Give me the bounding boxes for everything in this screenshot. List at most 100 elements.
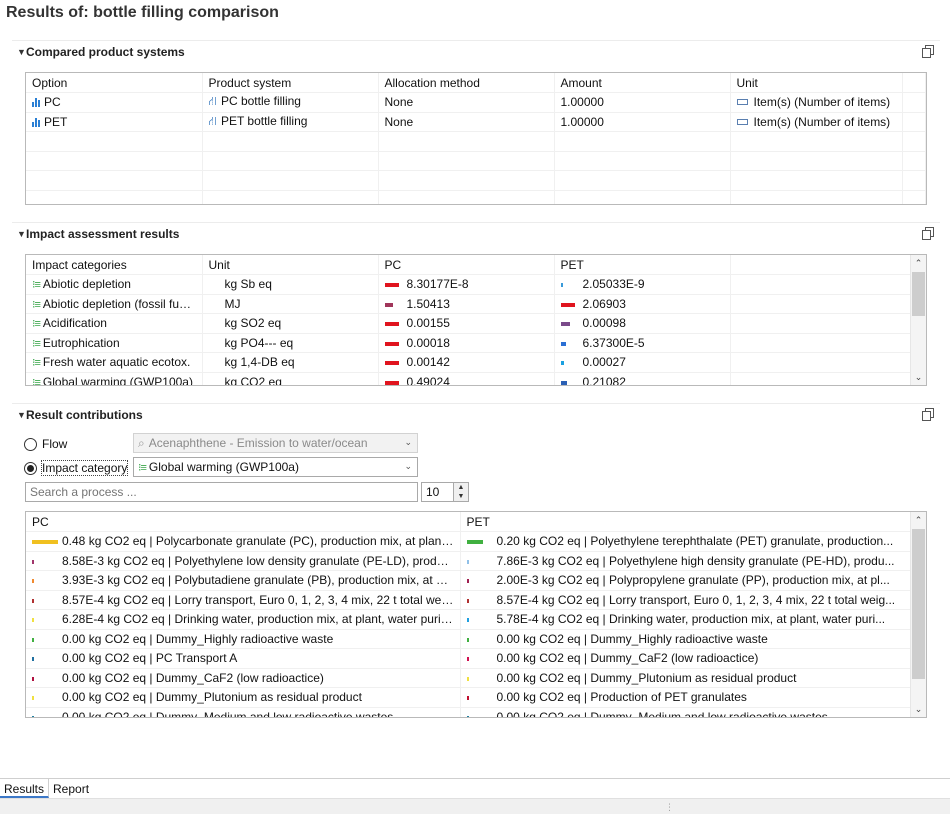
system-cell[interactable]: ⛙ PC bottle filling	[202, 92, 379, 113]
allocation-cell[interactable]: None	[378, 112, 555, 132]
impact-radio[interactable]	[24, 461, 37, 475]
table-row[interactable]	[26, 151, 926, 171]
spin-down-icon[interactable]: ▼	[454, 492, 468, 501]
unit-label: Item(s) (Number of items)	[753, 114, 891, 129]
flow-radio-label[interactable]: Flow	[42, 437, 67, 451]
collapse-icon[interactable]: ▼	[12, 410, 26, 420]
pet-contribution-cell[interactable]: 0.20 kg CO2 eq | Polyethylene terephthal…	[460, 531, 912, 552]
pc-contribution-cell[interactable]: 0.00 kg CO2 eq | Dummy_Highly radioactiv…	[26, 629, 461, 649]
pc-contribution-cell[interactable]: 0.00 kg CO2 eq | PC Transport A	[26, 648, 461, 669]
pet-contribution-cell[interactable]: 0.00 kg CO2 eq | Dummy_Highly radioactiv…	[460, 629, 912, 649]
amount-cell[interactable]: 1.00000	[554, 112, 731, 132]
column-header[interactable]: Product system	[202, 73, 379, 93]
column-header[interactable]: Allocation method	[378, 73, 555, 93]
column-header[interactable]: Unit	[202, 255, 379, 275]
unit-cell[interactable]: Item(s) (Number of items)	[730, 92, 903, 113]
pet-contribution-cell[interactable]: 5.78E-4 kg CO2 eq | Drinking water, prod…	[460, 609, 912, 630]
pc-contribution-cell[interactable]: 0.00 kg CO2 eq | Dummy_Medium and low ra…	[26, 707, 461, 717]
table-row[interactable]	[26, 131, 926, 152]
tab-results[interactable]: Results	[0, 779, 50, 798]
unit-cell[interactable]: Item(s) (Number of items)	[730, 112, 903, 132]
spin-up-icon[interactable]: ▲	[454, 483, 468, 492]
pc-contribution-cell[interactable]: 8.57E-4 kg CO2 eq | Lorry transport, Eur…	[26, 590, 461, 610]
collapse-icon[interactable]: ▼	[12, 47, 26, 57]
tab-report[interactable]: Report	[49, 779, 93, 798]
column-header[interactable]: Option	[26, 73, 203, 93]
impact-radio-row[interactable]: Impact category	[24, 458, 129, 478]
impact-category-icon: ⁝≡	[32, 279, 41, 292]
table-row[interactable]: ⁝≡ Global warming (GWP100a) kg CO2 eq 0.490…	[26, 372, 912, 385]
table-row[interactable]: 0.00 kg CO2 eq | PC Transport A 0.00 kg C…	[26, 648, 912, 669]
pet-contribution-cell[interactable]: 0.00 kg CO2 eq | Dummy_Plutonium as resi…	[460, 668, 912, 688]
column-header[interactable]: Amount	[554, 73, 731, 93]
collapse-icon[interactable]: ▼	[12, 229, 26, 239]
table-row[interactable]: 0.00 kg CO2 eq | Dummy_CaF2 (low radioac…	[26, 668, 912, 688]
scroll-up-icon[interactable]: ⌃	[911, 512, 926, 528]
contrib-section-header[interactable]: ▼ Result contributions	[12, 403, 940, 425]
allocation-cell[interactable]: None	[378, 92, 555, 113]
pet-contribution-cell[interactable]: 0.00 kg CO2 eq | Production of PET granu…	[460, 687, 912, 708]
amount-cell[interactable]: 1.00000	[554, 92, 731, 113]
scroll-up-icon[interactable]: ⌃	[911, 255, 926, 271]
table-row[interactable]: ⁝≡ Acidification kg SO2 eq 0.00155 0.00098	[26, 313, 912, 334]
pc-contribution-cell[interactable]: 3.93E-3 kg CO2 eq | Polybutadiene granul…	[26, 570, 461, 591]
table-row[interactable]: 0.48 kg CO2 eq | Polycarbonate granulate…	[26, 531, 912, 552]
table-row[interactable]: 0.00 kg CO2 eq | Dummy_Medium and low ra…	[26, 707, 912, 717]
pet-contribution-cell[interactable]: 2.00E-3 kg CO2 eq | Polypropylene granul…	[460, 570, 912, 591]
table-row[interactable]	[26, 190, 926, 204]
column-header[interactable]: Impact categories	[26, 255, 203, 275]
pet-contribution-cell[interactable]: 7.86E-3 kg CO2 eq | Polyethylene high de…	[460, 551, 912, 571]
pet-column-header[interactable]: PET	[460, 512, 912, 532]
resize-grip-icon[interactable]: ⋮	[665, 802, 674, 813]
scroll-down-icon[interactable]: ⌄	[911, 369, 926, 385]
impact-scrollbar[interactable]: ⌃ ⌄	[910, 255, 926, 385]
table-row[interactable]: 6.28E-4 kg CO2 eq | Drinking water, prod…	[26, 609, 912, 630]
flow-radio-row[interactable]: Flow	[24, 434, 67, 454]
copy-icon[interactable]	[922, 45, 934, 58]
pc-contribution-cell[interactable]: 0.00 kg CO2 eq | Dummy_Plutonium as resi…	[26, 687, 461, 708]
table-row[interactable]: ⁝≡ Eutrophication kg PO4--- eq 0.00018 6.373…	[26, 333, 912, 353]
pc-column-header[interactable]: PC	[26, 512, 461, 532]
pet-contribution-cell[interactable]: 0.00 kg CO2 eq | Dummy_CaF2 (low radioac…	[460, 648, 912, 669]
pc-contribution-cell[interactable]: 0.48 kg CO2 eq | Polycarbonate granulate…	[26, 531, 461, 552]
bar-icon-part	[32, 102, 34, 108]
scroll-down-icon[interactable]: ⌄	[911, 701, 926, 717]
system-cell[interactable]: ⛙ PET bottle filling	[202, 112, 379, 132]
table-row[interactable]: PC ⛙ PC bottle filling None 1.00000 Item(s) (…	[26, 92, 926, 113]
column-header[interactable]: Unit	[730, 73, 903, 93]
impact-category-select[interactable]: ⁝≡ Global warming (GWP100a) ⌄	[133, 457, 418, 477]
pet-contribution-cell[interactable]: 0.00 kg CO2 eq | Dummy_Medium and low ra…	[460, 707, 912, 717]
column-header[interactable]: PET	[554, 255, 731, 275]
pet-contribution-text: 2.00E-3 kg CO2 eq | Polypropylene granul…	[496, 573, 890, 588]
pet-contribution-cell[interactable]: 8.57E-4 kg CO2 eq | Lorry transport, Eur…	[460, 590, 912, 610]
compared-section-header[interactable]: ▼ Compared product systems	[12, 40, 940, 62]
column-header[interactable]: PC	[378, 255, 555, 275]
table-row[interactable]: 8.57E-4 kg CO2 eq | Lorry transport, Eur…	[26, 590, 912, 610]
process-search-input[interactable]	[25, 482, 418, 502]
scroll-thumb[interactable]	[912, 529, 925, 679]
table-row[interactable]: ⁝≡ Abiotic depletion (fossil fue... MJ 1.50…	[26, 294, 912, 314]
pc-contribution-cell[interactable]: 6.28E-4 kg CO2 eq | Drinking water, prod…	[26, 609, 461, 630]
table-row[interactable]: ⁝≡ Fresh water aquatic ecotox. kg 1,4-DB e…	[26, 352, 912, 373]
empty-cell	[730, 151, 903, 171]
pc-contribution-cell[interactable]: 8.58E-3 kg CO2 eq | Polyethylene low den…	[26, 551, 461, 571]
table-row[interactable]: PET ⛙ PET bottle filling None 1.00000 Item(s)…	[26, 112, 926, 132]
table-row[interactable]: 0.00 kg CO2 eq | Dummy_Plutonium as resi…	[26, 687, 912, 708]
chevron-down-icon[interactable]: ⌄	[404, 437, 412, 448]
impact-section-header[interactable]: ▼ Impact assessment results	[12, 222, 940, 244]
flow-select[interactable]: ⌕ Acenaphthene - Emission to water/ocean…	[133, 433, 418, 453]
table-row[interactable]	[26, 170, 926, 191]
flow-radio[interactable]	[24, 437, 37, 451]
pc-contribution-cell[interactable]: 0.00 kg CO2 eq | Dummy_CaF2 (low radioac…	[26, 668, 461, 688]
table-row[interactable]: 0.00 kg CO2 eq | Dummy_Highly radioactiv…	[26, 629, 912, 649]
contrib-scrollbar[interactable]: ⌃ ⌄	[910, 512, 926, 717]
scroll-thumb[interactable]	[912, 272, 925, 316]
table-row[interactable]: 8.58E-3 kg CO2 eq | Polyethylene low den…	[26, 551, 912, 571]
count-spinner[interactable]: 10 ▲ ▼	[421, 482, 469, 502]
impact-radio-label[interactable]: Impact category	[40, 460, 129, 476]
table-row[interactable]: ⁝≡ Abiotic depletion kg Sb eq 8.30177E-8 2.0…	[26, 274, 912, 295]
copy-icon[interactable]	[922, 408, 934, 421]
table-row[interactable]: 3.93E-3 kg CO2 eq | Polybutadiene granul…	[26, 570, 912, 591]
copy-icon[interactable]	[922, 227, 934, 240]
chevron-down-icon[interactable]: ⌄	[404, 461, 412, 472]
